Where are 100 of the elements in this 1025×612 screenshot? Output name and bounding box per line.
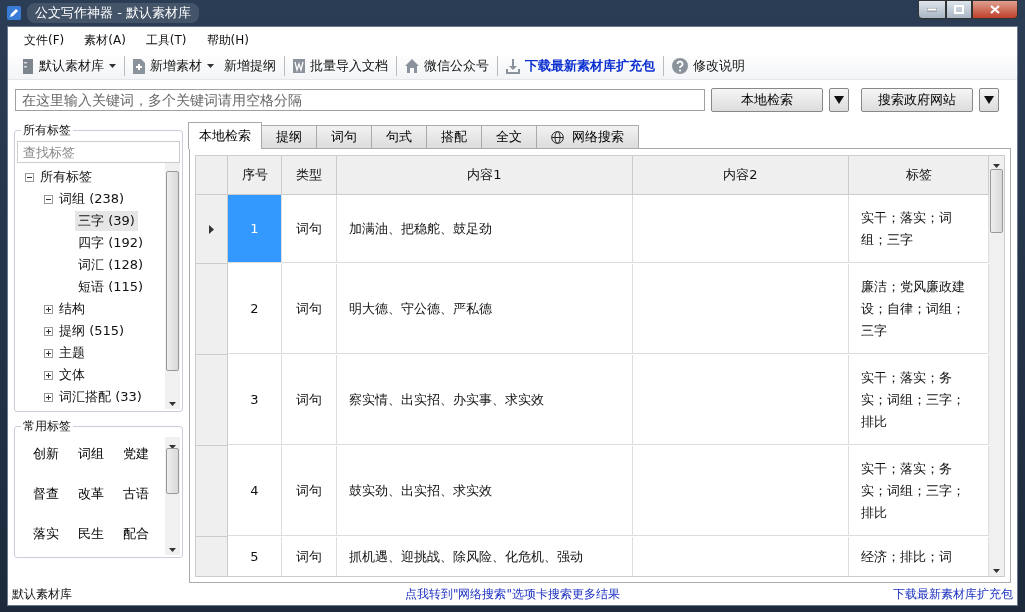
tree-item[interactable]: 主题	[56, 343, 88, 363]
scrollbar[interactable]	[165, 163, 180, 409]
current-row-icon	[209, 224, 214, 234]
word-document-icon	[293, 59, 305, 73]
expand-icon[interactable]	[44, 326, 53, 336]
collapse-icon[interactable]	[25, 172, 34, 182]
tree-item[interactable]: 词汇 (128)	[75, 255, 147, 275]
help-icon	[672, 58, 688, 74]
menu-item[interactable]: 帮助(H)	[198, 30, 257, 51]
tag-link[interactable]: 党建	[113, 445, 159, 463]
home-icon	[405, 59, 419, 73]
expand-icon[interactable]	[44, 370, 53, 380]
scrollbar[interactable]	[165, 437, 180, 555]
scrollbar-thumb[interactable]	[166, 171, 179, 371]
caret-icon	[169, 402, 176, 406]
tree-item[interactable]: 词汇搭配 (33)	[56, 387, 145, 407]
table-cell: 2	[228, 264, 282, 354]
new-document-icon	[133, 58, 145, 74]
table-cell: 词句	[282, 264, 337, 354]
tag-link[interactable]: 改革	[68, 485, 114, 503]
toolbar-dropdown[interactable]: 新增素材	[130, 57, 217, 75]
toolbar-button[interactable]: 微信公众号	[402, 57, 492, 75]
window-title: 公文写作神器 - 默认素材库	[27, 3, 199, 23]
table-cell: 鼓实劲、出实招、求实效	[337, 446, 633, 536]
tag-link[interactable]: 词组	[68, 445, 114, 463]
toolbar-dropdown[interactable]: 默认素材库	[19, 57, 119, 75]
table-cell: 实干；落实；务实；词组；三字；排比	[849, 355, 989, 445]
collapse-icon[interactable]	[44, 194, 53, 204]
table-cell: 4	[228, 446, 282, 536]
close-button[interactable]	[972, 0, 1018, 19]
tab[interactable]: 本地检索	[188, 122, 262, 149]
status-link[interactable]: 点我转到"网络搜索"选项卡搜索更多结果	[262, 585, 763, 603]
column-header[interactable]: 内容2	[633, 156, 849, 195]
tree-item[interactable]: 三字 (39)	[75, 211, 138, 231]
table-cell: 察实情、出实招、办实事、求实效	[337, 355, 633, 445]
search-field[interactable]: 在这里输入关键词，多个关键词请用空格分隔	[15, 89, 705, 111]
caret-icon	[207, 64, 214, 68]
table-cell: 实干；落实；务实；词组；三字；排比	[849, 446, 989, 536]
table-cell: 实干；落实；词组；三字	[849, 195, 989, 263]
search-button[interactable]: 搜索政府网站	[861, 88, 973, 112]
tag-link[interactable]: 落实	[23, 525, 69, 543]
scrollbar[interactable]	[989, 156, 1004, 576]
download-icon	[506, 58, 520, 74]
tab[interactable]: 搭配	[426, 125, 482, 149]
tag-link[interactable]: 古语	[113, 485, 159, 503]
group-title: 常用标签	[22, 418, 72, 435]
table-cell: 明大德、守公德、严私德	[337, 264, 633, 354]
table-cell: 廉洁；党风廉政建设；自律；词组；三字	[849, 264, 989, 354]
dropdown-button[interactable]	[979, 88, 999, 112]
tab[interactable]: 词句	[316, 125, 372, 149]
maximize-button[interactable]	[946, 0, 972, 19]
dropdown-button[interactable]	[829, 88, 849, 112]
toolbar-link[interactable]: 下载最新素材库扩充包	[503, 57, 658, 75]
column-header[interactable]: 序号	[228, 156, 282, 195]
tree-item[interactable]: 结构	[56, 299, 88, 319]
toolbar-button[interactable]: 批量导入文档	[290, 57, 391, 75]
column-header[interactable]: 标签	[849, 156, 989, 195]
toolbar-button[interactable]: 修改说明	[669, 57, 748, 75]
expand-icon[interactable]	[44, 392, 53, 402]
group-title: 所有标签	[22, 122, 72, 139]
column-header[interactable]: 内容1	[337, 156, 633, 195]
caret-icon	[169, 548, 176, 552]
pencil-icon	[7, 6, 21, 20]
minimize-icon	[927, 7, 937, 12]
tab[interactable]: 句式	[371, 125, 427, 149]
column-header[interactable]: 类型	[282, 156, 337, 195]
table-cell: 3	[228, 355, 282, 445]
menu-item[interactable]: 文件(F)	[16, 30, 73, 51]
tree-item[interactable]: 提纲 (515)	[56, 321, 128, 341]
tag-link[interactable]: 创新	[23, 445, 69, 463]
tree-item[interactable]: 词组 (238)	[56, 189, 128, 209]
search-button[interactable]: 本地检索	[711, 88, 823, 112]
scrollbar-thumb[interactable]	[166, 448, 179, 494]
tree-item[interactable]: 文体	[56, 365, 88, 385]
scrollbar-thumb[interactable]	[990, 169, 1003, 233]
status-text: 默认素材库	[12, 585, 73, 603]
menu-item[interactable]: 工具(T)	[137, 30, 195, 51]
tab[interactable]: 提纲	[261, 125, 317, 149]
tag-link[interactable]: 配合	[113, 525, 159, 543]
status-link[interactable]: 下载最新素材库扩充包	[762, 585, 1013, 603]
table-cell: 词句	[282, 446, 337, 536]
tag-link[interactable]: 民生	[68, 525, 114, 543]
tag-link[interactable]: 督查	[23, 485, 69, 503]
toolbar-button[interactable]: 新增提纲	[221, 57, 279, 75]
expand-icon[interactable]	[44, 348, 53, 358]
tree-item[interactable]: 四字 (192)	[75, 233, 147, 253]
table-cell: 加满油、把稳舵、鼓足劲	[337, 195, 633, 263]
filter-field[interactable]: 查找标签	[17, 141, 180, 163]
book-icon	[22, 58, 34, 74]
minimize-button[interactable]	[918, 0, 946, 19]
tab[interactable]: 网络搜索	[536, 125, 639, 149]
menu-item[interactable]: 素材(A)	[76, 30, 134, 51]
table-cell: 1	[228, 195, 282, 263]
maximize-icon	[954, 5, 964, 14]
tree-item[interactable]: 短语 (115)	[75, 277, 147, 297]
tree-item[interactable]: 所有标签	[37, 167, 95, 187]
expand-icon[interactable]	[44, 304, 53, 314]
globe-icon	[551, 130, 564, 144]
caret-icon	[993, 569, 1000, 573]
tab[interactable]: 全文	[481, 125, 537, 149]
